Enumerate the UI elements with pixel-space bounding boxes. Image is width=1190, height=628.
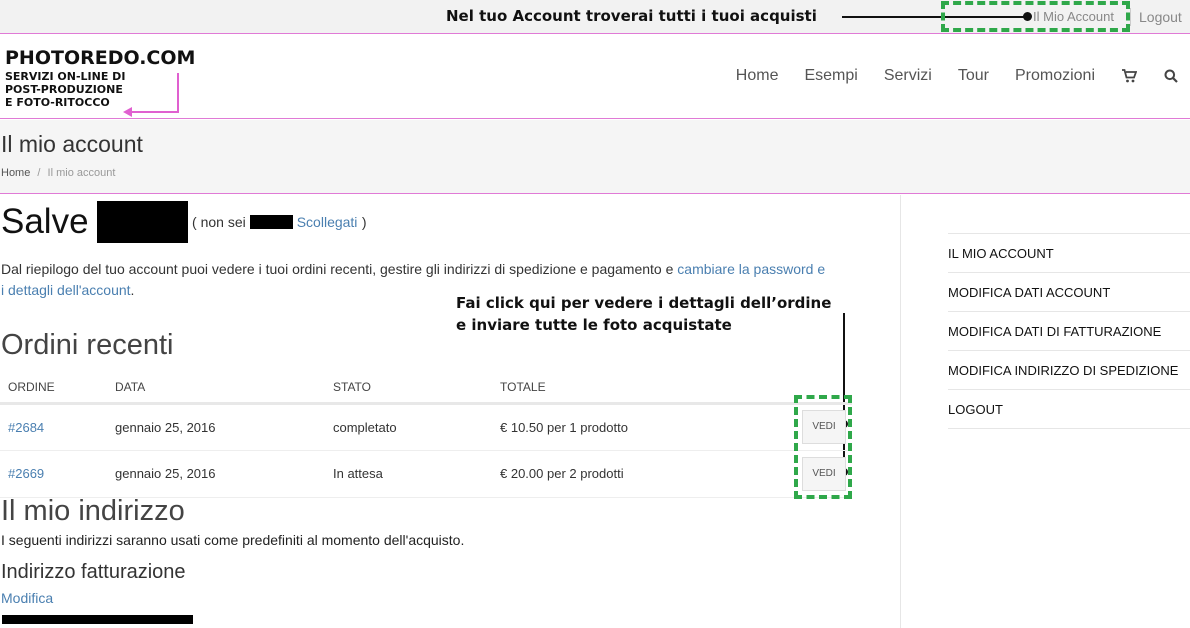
order-annotation-line: Fai click qui per vedere i dettagli dell… — [456, 294, 832, 312]
order-total: € 10.50 per 1 prodotto — [492, 403, 792, 451]
nav-tour[interactable]: Tour — [958, 67, 989, 85]
sidebar-item-edit-shipping[interactable]: MODIFICA INDIRIZZO DI SPEDIZIONE — [948, 351, 1190, 390]
sidebar-item-edit-billing[interactable]: MODIFICA DATI DI FATTURAZIONE — [948, 312, 1190, 351]
breadcrumb: Home / Il mio account — [1, 167, 115, 179]
breadcrumb-separator: / — [37, 167, 41, 179]
logo-arrow-line — [177, 73, 179, 113]
greeting-not-you: ( non sei — [192, 214, 246, 230]
page-root: Nel tuo Account troverai tutti i tuoi ac… — [0, 0, 1190, 628]
order-status: In attesa — [325, 450, 492, 498]
account-annotation: Nel tuo Account troverai tutti i tuoi ac… — [446, 7, 817, 25]
sidebar-item-label: MODIFICA DATI ACCOUNT — [948, 284, 1111, 300]
account-content: Salve ( non sei Scollegati ) Dal riepilog… — [0, 195, 900, 628]
edit-billing-link[interactable]: Modifica — [1, 590, 53, 606]
order-date: gennaio 25, 2016 — [107, 403, 325, 451]
table-row: #2684 gennaio 25, 2016 completato € 10.5… — [0, 403, 852, 451]
sidebar-item-my-account[interactable]: IL MIO ACCOUNT — [948, 234, 1190, 273]
order-total: € 20.00 per 2 prodotti — [492, 450, 792, 498]
redacted-username — [96, 201, 188, 243]
main-nav: Home Esempi Servizi Tour Promozioni — [710, 67, 1178, 85]
col-stato: STATO — [325, 373, 492, 405]
logo-arrow-head — [123, 107, 132, 117]
col-data: DATA — [107, 373, 325, 405]
billing-address-heading: Indirizzo fatturazione — [1, 561, 186, 583]
cart-icon[interactable] — [1122, 69, 1137, 83]
nav-promozioni[interactable]: Promozioni — [1015, 67, 1095, 85]
order-date: gennaio 25, 2016 — [107, 450, 325, 498]
greeting: Salve ( non sei Scollegati ) — [1, 201, 367, 243]
intro-text: Dal riepilogo del tuo account puoi veder… — [1, 261, 678, 277]
nav-home[interactable]: Home — [736, 67, 779, 85]
orders-header-row: ORDINE DATA STATO TOTALE — [0, 373, 852, 405]
vedi-highlight-box — [794, 395, 852, 499]
site-logo[interactable]: PHOTOREDO.COM SERVIZI ON-LINE DI POST-PR… — [5, 47, 196, 117]
order-status: completato — [325, 403, 492, 451]
redacted-address — [2, 615, 193, 624]
breadcrumb-home[interactable]: Home — [1, 167, 30, 179]
address-note: I seguenti indirizzi saranno usati come … — [1, 532, 465, 548]
breadcrumb-current: Il mio account — [47, 167, 116, 179]
top-bar: Nel tuo Account troverai tutti i tuoi ac… — [0, 0, 1190, 34]
logo-tagline: SERVIZI ON-LINE DI POST-PRODUZIONE E FOT… — [5, 70, 195, 109]
logo-tagline-line: SERVIZI ON-LINE DI — [5, 70, 126, 83]
sidebar-divider — [900, 195, 901, 628]
logo-arrow-line — [131, 111, 179, 113]
sidebar-item-logout[interactable]: LOGOUT — [948, 390, 1190, 429]
redacted-username-small — [249, 215, 293, 229]
search-icon[interactable] — [1164, 69, 1178, 83]
site-header: PHOTOREDO.COM SERVIZI ON-LINE DI POST-PR… — [0, 35, 1190, 119]
col-ordine: ORDINE — [0, 373, 107, 405]
nav-servizi[interactable]: Servizi — [884, 67, 932, 85]
greeting-close-paren: ) — [361, 214, 367, 230]
logo-tagline-line: POST-PRODUZIONE — [5, 83, 123, 96]
table-row: #2669 gennaio 25, 2016 In attesa € 20.00… — [0, 450, 852, 498]
intro-end: . — [130, 282, 135, 298]
account-sidebar-menu: IL MIO ACCOUNT MODIFICA DATI ACCOUNT MOD… — [948, 233, 1190, 429]
sidebar-item-label: MODIFICA INDIRIZZO DI SPEDIZIONE — [948, 362, 1179, 378]
page-title: Il mio account — [1, 131, 143, 157]
page-title-bar: Il mio account Home / Il mio account — [0, 120, 1190, 194]
my-account-link[interactable]: Il Mio Account — [1033, 9, 1114, 24]
order-annotation-line: e inviare tutte le foto acquistate — [456, 316, 732, 334]
logo-brand: PHOTOREDO.COM — [5, 47, 196, 69]
scollegati-link[interactable]: Scollegati — [297, 214, 358, 230]
recent-orders-heading: Ordini recenti — [1, 329, 174, 361]
col-totale: TOTALE — [492, 373, 792, 405]
topbar-divider — [1130, 8, 1131, 26]
topbar-logout-link[interactable]: Logout — [1139, 9, 1182, 25]
greeting-salve: Salve — [1, 202, 89, 241]
order-number-link[interactable]: #2669 — [8, 466, 44, 481]
order-annotation: Fai click qui per vedere i dettagli dell… — [456, 292, 831, 336]
order-number-link[interactable]: #2684 — [8, 420, 44, 435]
orders-table: ORDINE DATA STATO TOTALE #2684 gennaio 2… — [0, 373, 852, 498]
my-address-heading: Il mio indirizzo — [1, 495, 185, 527]
nav-esempi[interactable]: Esempi — [804, 67, 857, 85]
sidebar-item-label: MODIFICA DATI DI FATTURAZIONE — [948, 323, 1162, 339]
sidebar-item-label: IL MIO ACCOUNT — [948, 245, 1054, 261]
logo-tagline-line: E FOTO-RITOCCO — [5, 96, 110, 109]
sidebar-item-label: LOGOUT — [948, 401, 1003, 417]
sidebar-item-edit-account[interactable]: MODIFICA DATI ACCOUNT — [948, 273, 1190, 312]
